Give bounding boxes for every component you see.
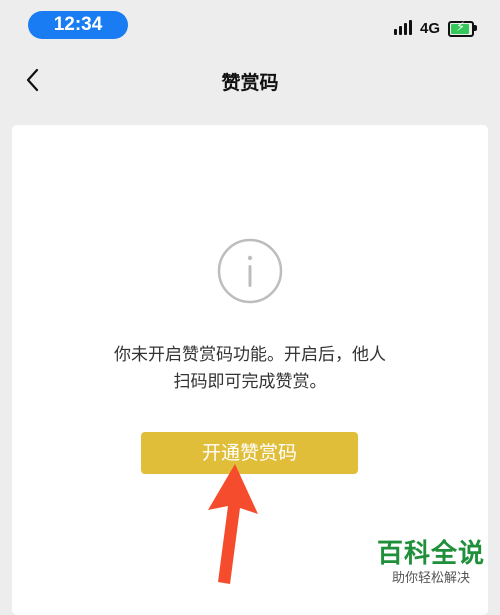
status-bar: 12:34 4G ⚡ — [0, 0, 500, 50]
nav-bar: 赞赏码 — [0, 55, 500, 105]
info-message-line2: 扫码即可完成赞赏。 — [173, 372, 327, 392]
watermark-title: 百科全说 — [376, 539, 485, 569]
page-title: 赞赏码 — [221, 72, 279, 94]
battery-icon: ⚡ — [448, 20, 474, 37]
battery-tip — [474, 25, 477, 31]
info-message: 你未开启赞赏码功能。开启后，他人 扫码即可完成赞赏。 — [0, 342, 500, 396]
signal-icon — [394, 19, 414, 35]
status-time: 12:34 — [28, 11, 128, 39]
info-circle-icon — [217, 238, 283, 304]
watermark-logo: 百科全说 助你轻松解决 — [372, 538, 490, 588]
red-arrow-up-icon — [208, 464, 258, 584]
watermark-subtitle: 助你轻松解决 — [391, 571, 470, 586]
info-message-line1: 你未开启赞赏码功能。开启后，他人 — [114, 345, 386, 365]
network-label: 4G — [420, 20, 441, 37]
